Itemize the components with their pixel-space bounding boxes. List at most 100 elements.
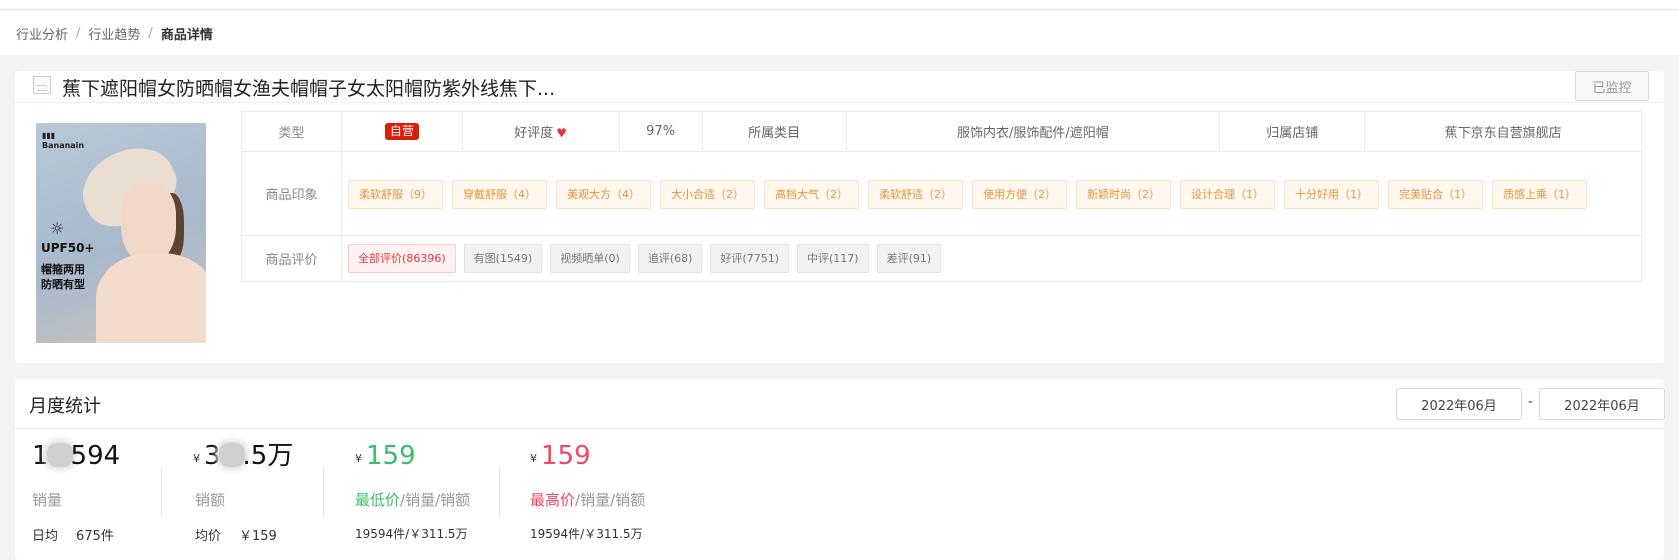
impression-tag: 柔软舒适（2） xyxy=(868,180,964,209)
monthly-stats-header: 月度统计 2022年06月 - 2022年06月 xyxy=(15,379,1665,429)
currency-symbol: ¥ xyxy=(530,452,537,465)
monitor-button[interactable]: 已监控 xyxy=(1575,71,1649,101)
monthly-stats-title: 月度统计 xyxy=(29,396,101,417)
review-tab-video[interactable]: 视频晒单(0) xyxy=(550,244,630,273)
brand-logo-icon: ▮▮▮ xyxy=(42,131,56,140)
revenue-label: 销额 xyxy=(195,491,226,509)
monthly-stats-card: 月度统计 2022年06月 - 2022年06月 1 594 销量 日均 675件 … xyxy=(15,379,1665,560)
product-title: 蕉下遮阳帽女防晒帽女渔夫帽帽子女太阳帽防紫外线焦下... xyxy=(62,78,556,100)
product-card: 蕉下遮阳帽女防晒帽女渔夫帽帽子女太阳帽防紫外线焦下... 已监控 ▮▮▮ Ban… xyxy=(15,71,1664,363)
review-tab-followup[interactable]: 追评(68) xyxy=(637,244,703,273)
impression-label: 商品印象 xyxy=(240,151,343,236)
review-tab-positive[interactable]: 好评(7751) xyxy=(710,244,789,273)
impression-tag: 设计合理（1） xyxy=(1180,180,1276,209)
stat-divider xyxy=(499,467,500,517)
sales-value: 1 594 xyxy=(32,439,120,473)
rating-label: 好评度 xyxy=(514,126,554,141)
avg-label: 均价 xyxy=(195,529,222,544)
stat-sales: 1 594 销量 日均 675件 xyxy=(32,439,120,544)
category-label: 所属类目 xyxy=(701,111,847,152)
sales-label: 销量 xyxy=(32,491,63,509)
top-bar xyxy=(0,0,1679,10)
heart-icon: ♥ xyxy=(556,126,568,140)
impression-tag: 使用方便（2） xyxy=(972,180,1068,209)
daily-label: 日均 xyxy=(32,529,59,544)
max-price-label: 最高价/销量/销额 xyxy=(530,489,645,510)
date-from-picker[interactable]: 2022年06月 xyxy=(1396,388,1522,420)
min-price-number: 159 xyxy=(366,441,416,471)
sales-value-suffix: 594 xyxy=(70,441,121,471)
category-value: 服饰内衣/服饰配件/遮阳帽 xyxy=(845,111,1221,152)
max-price-value: ¥159 xyxy=(530,439,591,473)
info-row-basic: 类型 自营 好评度 ♥ 97% 所属类目 服饰内衣/服饰配件/遮阳帽 归属店铺 蕉… xyxy=(240,111,1642,152)
self-operated-badge: 自营 xyxy=(384,123,419,140)
product-info-table: 类型 自营 好评度 ♥ 97% 所属类目 服饰内衣/服饰配件/遮阳帽 归属店铺 蕉… xyxy=(240,111,1642,282)
stat-max-price: ¥159 最高价/销量/销额 19594件/￥311.5万 xyxy=(530,439,645,541)
max-price-number: 159 xyxy=(541,441,591,471)
sales-daily: 日均 675件 xyxy=(32,525,114,544)
max-price-label-strong: 最高价 xyxy=(530,491,576,509)
stat-divider xyxy=(161,467,162,517)
impression-tag: 质感上乘（1） xyxy=(1492,180,1588,209)
product-image: ▮▮▮ Bananain ☼ UPF50+ 帽箍两用 防晒有型 xyxy=(36,123,206,343)
min-price-label: 最低价/销量/销额 xyxy=(355,489,470,510)
breadcrumb-item-industry-trend[interactable]: 行业趋势 xyxy=(88,24,140,43)
date-separator: - xyxy=(1528,394,1534,410)
revenue-avg: 均价 ￥159 xyxy=(195,525,277,544)
rating-label-cell: 好评度 ♥ xyxy=(461,111,620,152)
type-label: 类型 xyxy=(240,111,343,152)
review-tab-negative[interactable]: 差评(91) xyxy=(876,244,942,273)
date-to-picker[interactable]: 2022年06月 xyxy=(1539,388,1665,420)
review-tab-neutral[interactable]: 中评(117) xyxy=(796,244,869,273)
impression-tag: 十分好用（1） xyxy=(1284,180,1380,209)
shop-value[interactable]: 蕉下京东自营旗舰店 xyxy=(1364,111,1642,152)
brand-logo: ▮▮▮ Bananain xyxy=(42,131,84,150)
review-tab-all[interactable]: 全部评价(86396) xyxy=(348,244,456,273)
info-row-reviews: 商品评价 全部评价(86396) 有图(1549) 视频晒单(0) 追评(68) 好评(… xyxy=(240,235,1642,282)
impression-tag: 美观大方（4） xyxy=(556,180,652,209)
min-price-value: ¥159 xyxy=(355,439,416,473)
review-tab-with-image[interactable]: 有图(1549) xyxy=(463,244,543,273)
rating-value: 97% xyxy=(618,111,703,152)
brand-logo-text: Bananain xyxy=(42,140,85,150)
review-label: 商品评价 xyxy=(240,235,343,282)
face-shape xyxy=(121,183,176,263)
info-row-impressions: 商品印象 柔软舒服（9） 穿戴舒服（4） 美观大方（4） 大小合适（2） 高档大气（2）… xyxy=(240,151,1642,236)
daily-value: 675件 xyxy=(76,529,114,544)
upf-text: UPF50+ xyxy=(41,241,95,255)
shop-label: 归属店铺 xyxy=(1219,111,1366,152)
stat-min-price: ¥159 最低价/销量/销额 19594件/￥311.5万 xyxy=(355,439,470,541)
avg-value: ￥159 xyxy=(239,529,277,544)
currency-symbol: ¥ xyxy=(355,452,362,465)
image-desc-1: 帽箍两用 xyxy=(41,263,85,276)
impression-tag: 新颖时尚（2） xyxy=(1076,180,1172,209)
max-price-sub: 19594件/￥311.5万 xyxy=(530,527,643,541)
product-header: 蕉下遮阳帽女防晒帽女渔夫帽帽子女太阳帽防紫外线焦下... 已监控 xyxy=(15,71,1664,103)
impression-tag: 柔软舒服（9） xyxy=(348,180,444,209)
impression-tag: 大小合适（2） xyxy=(660,180,756,209)
body-shape xyxy=(96,253,206,343)
breadcrumb-separator: / xyxy=(148,25,153,41)
revenue-value: ¥3.5万 xyxy=(193,439,293,473)
review-tabs: 全部评价(86396) 有图(1549) 视频晒单(0) 追评(68) 好评(7751)… xyxy=(341,235,1642,282)
impression-tag: 高档大气（2） xyxy=(764,180,860,209)
breadcrumb-current: 商品详情 xyxy=(160,27,213,43)
image-placeholder-icon xyxy=(33,76,51,94)
blur-mask xyxy=(46,443,73,467)
breadcrumb-item-industry-analysis[interactable]: 行业分析 xyxy=(16,24,68,43)
stat-divider xyxy=(323,467,324,517)
min-price-sub: 19594件/￥311.5万 xyxy=(355,527,468,541)
type-value-cell: 自营 xyxy=(341,111,463,152)
breadcrumb-separator: / xyxy=(76,25,81,41)
image-desc-2: 防晒有型 xyxy=(41,278,85,291)
impression-tag: 完美贴合（1） xyxy=(1388,180,1484,209)
sun-icon: ☼ xyxy=(50,219,65,238)
min-price-label-strong: 最低价 xyxy=(355,491,401,509)
min-price-label-rest: /销量/销额 xyxy=(400,491,471,509)
revenue-value-suffix: .5万 xyxy=(242,441,294,471)
impression-tags: 柔软舒服（9） 穿戴舒服（4） 美观大方（4） 大小合适（2） 高档大气（2） 柔软舒适（… xyxy=(341,151,1642,236)
stat-revenue: ¥3.5万 销额 均价 ￥159 xyxy=(193,439,293,544)
max-price-label-rest: /销量/销额 xyxy=(575,491,646,509)
impression-tag: 穿戴舒服（4） xyxy=(452,180,548,209)
breadcrumb: 行业分析 / 行业趋势 / 商品详情 xyxy=(0,11,1679,55)
